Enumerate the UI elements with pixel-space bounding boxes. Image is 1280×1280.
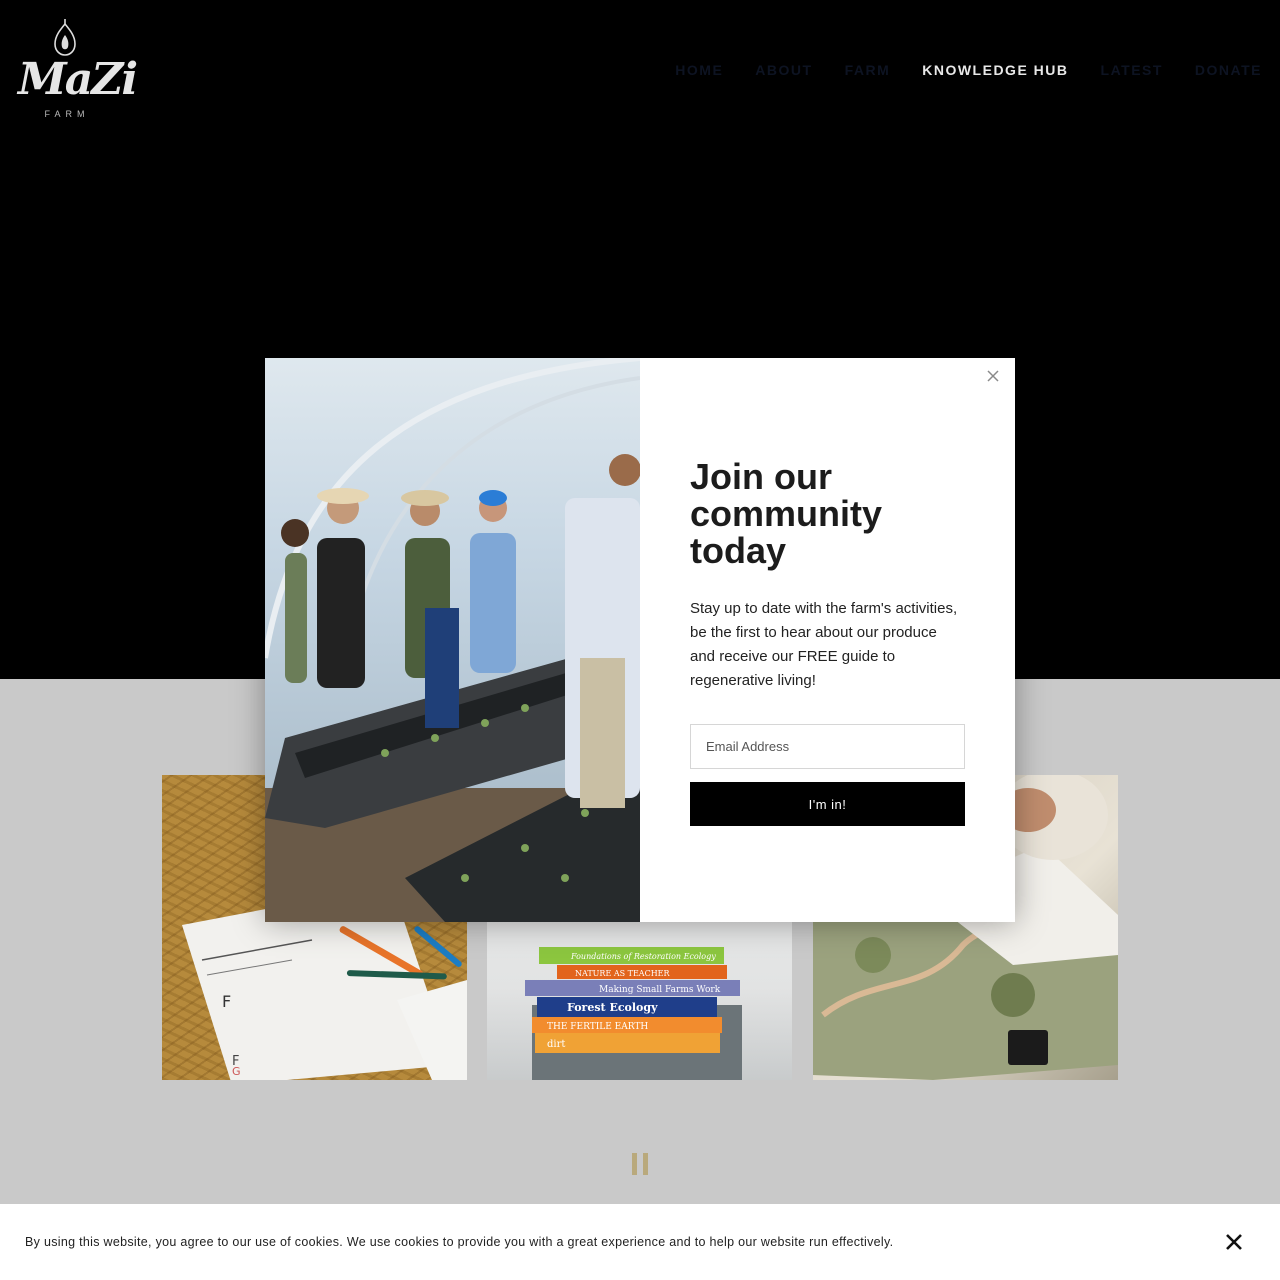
svg-text:Making Small Farms Work: Making Small Farms Work: [599, 985, 721, 995]
pause-icon[interactable]: [631, 1153, 649, 1175]
cookie-notice-text: By using this website, you agree to our …: [25, 1235, 894, 1249]
svg-text:F: F: [222, 992, 231, 1011]
nav-knowledge-hub[interactable]: KNOWLEDGE HUB: [922, 62, 1068, 78]
site-logo[interactable]: MaZi FARM: [18, 18, 138, 122]
logo-subtitle: FARM: [44, 109, 90, 119]
email-field[interactable]: [690, 724, 965, 769]
svg-text:Forest Ecology: Forest Ecology: [567, 1001, 658, 1014]
greenhouse-image: [265, 358, 640, 922]
svg-text:Foundations of Restoration Eco: Foundations of Restoration Ecology: [570, 952, 716, 961]
svg-text:NATURE AS TEACHER: NATURE AS TEACHER: [575, 969, 671, 978]
nav-about[interactable]: ABOUT: [755, 62, 812, 78]
nav-latest[interactable]: LATEST: [1101, 62, 1163, 78]
cookie-bar: By using this website, you agree to our …: [0, 1204, 1280, 1280]
svg-text:G: G: [232, 1065, 241, 1078]
close-icon[interactable]: [1225, 1233, 1243, 1251]
newsletter-modal: Join our community today Stay up to date…: [265, 358, 1015, 922]
logo-wordmark: MaZi: [18, 54, 138, 105]
modal-title: Join our community today: [690, 456, 883, 571]
svg-text:dirt: dirt: [547, 1039, 565, 1050]
modal-close-button[interactable]: [985, 368, 1001, 384]
modal-body: Join our community today Stay up to date…: [690, 458, 965, 826]
nav-farm[interactable]: FARM: [845, 62, 891, 78]
fig-icon: [54, 19, 76, 56]
greenhouse-photo: [265, 358, 640, 922]
subscribe-button[interactable]: I'm in!: [690, 782, 965, 826]
modal-description: Stay up to date with the farm's activiti…: [690, 600, 958, 689]
nav-home[interactable]: HOME: [675, 62, 723, 78]
main-nav: HOME ABOUT FARM KNOWLEDGE HUB LATEST DON…: [675, 62, 1262, 78]
nav-donate[interactable]: DONATE: [1195, 62, 1262, 78]
close-icon: [987, 370, 999, 382]
svg-text:THE FERTILE EARTH: THE FERTILE EARTH: [547, 1022, 648, 1032]
